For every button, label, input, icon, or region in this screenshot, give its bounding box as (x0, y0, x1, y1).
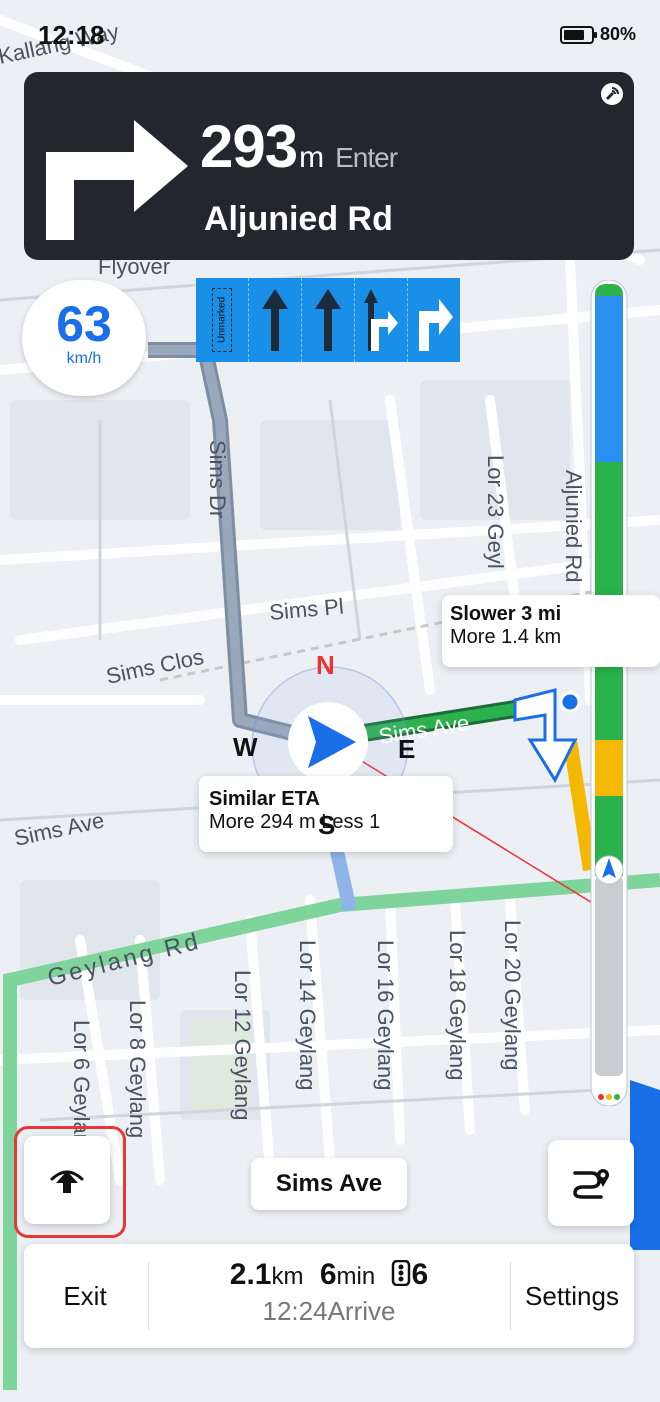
remaining-time: 6 (319, 1258, 337, 1291)
alt-route-subtitle: More 1.4 km (450, 626, 562, 648)
compass-west: W (233, 732, 258, 762)
remaining-distance: 2.1 (229, 1258, 272, 1291)
speed-value: 63 (56, 296, 112, 352)
gps-signal-icon (601, 83, 623, 105)
route-waypoint-icon (573, 1169, 609, 1199)
map-label-lor23: Lor 23 Geyl (483, 455, 508, 569)
turn-right-arrow-icon (46, 120, 188, 240)
route-options-button[interactable] (548, 1140, 634, 1226)
map-label-lor16: Lor 16 Geylang (373, 940, 398, 1090)
traffic-light-icon (391, 1259, 410, 1287)
straight-arrow-icon (262, 289, 288, 351)
highlight-box (14, 1126, 126, 1238)
right-turn-arrow-icon (419, 299, 453, 351)
remaining-distance-unit: km (271, 1263, 304, 1290)
battery-indicator: 80% (559, 24, 636, 45)
status-time: 12:18 (38, 20, 105, 50)
battery-icon (559, 25, 597, 44)
map-label-lor8: Lor 8 Geylang (125, 1000, 150, 1138)
current-street-label: Sims Ave (251, 1158, 407, 1210)
exit-button[interactable]: Exit (24, 1244, 146, 1348)
traffic-light-count: 6 (411, 1258, 429, 1291)
maneuver-action: Enter (335, 142, 398, 173)
lane-guidance: Unmarked (196, 278, 460, 362)
status-bar: 12:18 80% (38, 18, 636, 54)
settings-button[interactable]: Settings (510, 1244, 634, 1348)
lane-right-turn-active (407, 278, 460, 362)
compass-south: S (318, 810, 336, 840)
trip-remaining: 2.1km 6min 6 (148, 1258, 510, 1292)
remaining-time-unit: min (336, 1263, 376, 1290)
current-speed: 63 km/h (22, 280, 146, 396)
compass-north: N (316, 650, 335, 680)
compass-east: E (398, 734, 416, 764)
lane-right-turn (354, 278, 407, 362)
map-label-lor18: Lor 18 Geylang (445, 930, 470, 1080)
map-label-sims-dr: Sims Dr (205, 440, 230, 518)
straight-arrow-icon (315, 289, 341, 351)
route-traffic-bar (590, 280, 628, 1106)
lane-straight (248, 278, 301, 362)
map-label-lor20: Lor 20 Geylang (500, 920, 525, 1070)
maneuver-distance: 293m Enter (200, 112, 398, 181)
next-road-name: Aljunied Rd (204, 200, 393, 238)
distance-unit: m (299, 141, 324, 174)
speed-unit: km/h (66, 350, 102, 367)
distance-value: 293 (200, 113, 298, 180)
map-label-lor12: Lor 12 Geylang (230, 970, 255, 1120)
lane-unmarked-label: Unmarked (212, 288, 232, 352)
battery-percent: 80% (599, 24, 636, 44)
alt-route-title: Slower 3 mi (450, 603, 562, 625)
turn-guidance-card[interactable]: 293m Enter Aljunied Rd (24, 72, 634, 260)
lane-unmarked: Unmarked (196, 278, 248, 362)
alt-route-bubble[interactable]: Slower 3 mi More 1.4 km (442, 595, 660, 667)
map-label-aljunied-rd: Aljunied Rd (561, 470, 586, 583)
current-route-title: Similar ETA (209, 788, 320, 810)
map-label-lor14: Lor 14 Geylang (295, 940, 320, 1090)
right-turn-arrow-icon (364, 289, 398, 351)
lane-straight (301, 278, 354, 362)
trip-info[interactable]: 2.1km 6min 6 12:24Arrive (148, 1258, 510, 1327)
arrival-time: 12:24Arrive (262, 1296, 396, 1326)
trip-summary-bar: Exit 2.1km 6min 6 12:24Arrive Settings (24, 1244, 634, 1348)
